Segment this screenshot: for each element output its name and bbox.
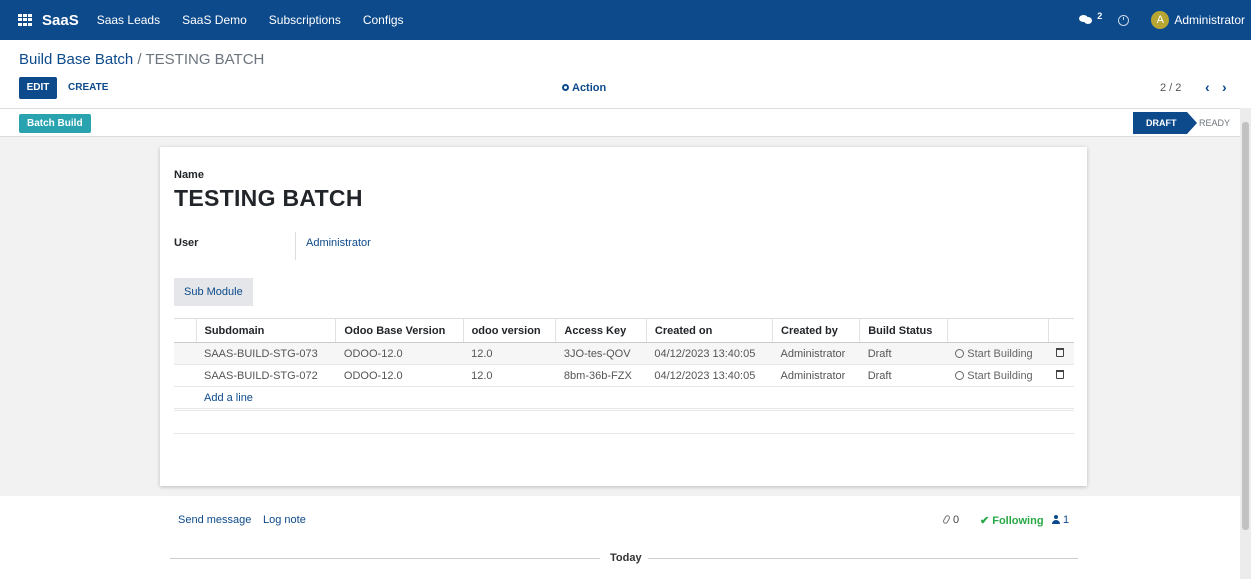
field-divider (295, 232, 296, 260)
menu-configs[interactable]: Configs (363, 13, 404, 27)
batch-build-button[interactable]: Batch Build (19, 114, 91, 133)
clock-icon (955, 348, 965, 358)
divider (170, 558, 600, 559)
delete-row-cell[interactable] (1048, 364, 1074, 387)
clock-icon (955, 370, 965, 380)
header-created-on[interactable]: Created on (646, 318, 774, 343)
apps-menu-icon[interactable] (18, 14, 32, 26)
add-line-row: Add a line (174, 386, 1074, 409)
pager-value[interactable]: 2 / 2 (1160, 82, 1181, 94)
date-separator: Today (610, 552, 642, 564)
messages-count-badge: 2 (1097, 11, 1103, 21)
cell-created-by[interactable]: Administrator (772, 342, 860, 365)
user-icon (1052, 515, 1060, 524)
check-icon: ✔ (980, 515, 990, 527)
menu-saas-leads[interactable]: Saas Leads (97, 13, 160, 27)
action-label: Action (572, 82, 607, 94)
header-build-status[interactable]: Build Status (859, 318, 948, 343)
action-menu-button[interactable]: Action (562, 82, 606, 94)
edit-button[interactable]: EDIT (19, 77, 57, 99)
cell-created-by[interactable]: Administrator (772, 364, 860, 387)
user-field-link[interactable]: Administrator (306, 237, 371, 249)
followers-button[interactable]: 1 (1052, 514, 1069, 526)
attachments-count: 0 (953, 514, 960, 526)
trash-icon[interactable] (1056, 369, 1065, 379)
table-empty-row-divider (174, 410, 1074, 411)
cell-odoo-base-version[interactable]: ODOO-12.0 (335, 342, 464, 365)
header-delete (1048, 318, 1074, 343)
header-odoo-version[interactable]: odoo version (463, 318, 557, 343)
menu-saas-demo[interactable]: SaaS Demo (182, 13, 247, 27)
header-odoo-base-version[interactable]: Odoo Base Version (335, 318, 464, 343)
cell-build-status[interactable]: Draft (859, 342, 948, 365)
table-row[interactable]: SAAS-BUILD-STG-073 ODOO-12.0 12.0 3JO-te… (174, 342, 1074, 365)
breadcrumb: Build Base Batch / TESTING BATCH (19, 51, 264, 68)
pager-previous-icon[interactable]: ‹ (1205, 80, 1210, 94)
header-created-by[interactable]: Created by (772, 318, 861, 343)
stage-ready[interactable]: READY (1199, 112, 1230, 134)
header-handle (174, 318, 197, 343)
start-building-button[interactable]: Start Building (947, 364, 1049, 387)
breadcrumb-parent-link[interactable]: Build Base Batch (19, 51, 133, 68)
header-actions (947, 318, 1049, 343)
following-button[interactable]: ✔ Following (980, 514, 1044, 527)
following-label: Following (992, 515, 1044, 527)
cell-access-key[interactable]: 8bm-36b-FZX (555, 364, 647, 387)
breadcrumb-current: TESTING BATCH (145, 51, 265, 68)
cell-created-on[interactable]: 04/12/2023 13:40:05 (646, 364, 773, 387)
paperclip-icon (942, 514, 951, 525)
cell-subdomain[interactable]: SAAS-BUILD-STG-073 (196, 342, 336, 365)
log-note-button[interactable]: Log note (263, 514, 306, 526)
pager-next-icon[interactable]: › (1222, 80, 1227, 94)
control-panel: Build Base Batch / TESTING BATCH EDIT CR… (0, 40, 1251, 108)
messages-icon[interactable] (1079, 15, 1093, 25)
delete-row-cell[interactable] (1048, 342, 1074, 365)
app-brand[interactable]: SaaS (42, 12, 79, 29)
activity-clock-icon[interactable] (1118, 14, 1130, 26)
user-menu[interactable]: Administrator (1174, 13, 1245, 27)
status-bar: Batch Build DRAFT READY (0, 108, 1251, 137)
create-button[interactable]: CREATE (68, 82, 108, 93)
user-label: User (174, 237, 199, 249)
chatter: Send message Log note 0 ✔ Following 1 Tod… (0, 496, 1240, 579)
scrollbar-thumb[interactable] (1242, 122, 1249, 530)
cell-odoo-version[interactable]: 12.0 (463, 364, 556, 387)
add-a-line-link[interactable]: Add a line (196, 386, 1074, 409)
stage-draft[interactable]: DRAFT (1133, 112, 1197, 134)
avatar[interactable]: A (1151, 11, 1170, 29)
header-access-key[interactable]: Access Key (555, 318, 647, 343)
top-navbar: SaaS Saas Leads SaaS Demo Subscriptions … (0, 0, 1251, 40)
cell-build-status[interactable]: Draft (859, 364, 948, 387)
tab-sub-module[interactable]: Sub Module (174, 278, 253, 306)
sub-module-table: Subdomain Odoo Base Version odoo version… (174, 318, 1074, 409)
menu-subscriptions[interactable]: Subscriptions (269, 13, 341, 27)
send-message-button[interactable]: Send message (178, 514, 251, 526)
followers-count: 1 (1063, 514, 1070, 526)
cell-access-key[interactable]: 3JO-tes-QOV (555, 342, 647, 365)
cell-subdomain[interactable]: SAAS-BUILD-STG-072 (196, 364, 336, 387)
start-building-label: Start Building (967, 369, 1033, 382)
name-label: Name (174, 169, 204, 181)
record-name: TESTING BATCH (174, 185, 363, 211)
header-subdomain[interactable]: Subdomain (196, 318, 337, 343)
breadcrumb-separator: / (133, 51, 146, 68)
table-row[interactable]: SAAS-BUILD-STG-072 ODOO-12.0 12.0 8bm-36… (174, 364, 1074, 387)
cell-odoo-base-version[interactable]: ODOO-12.0 (335, 364, 464, 387)
gear-icon (562, 84, 569, 91)
divider (648, 558, 1078, 559)
cell-created-on[interactable]: 04/12/2023 13:40:05 (646, 342, 773, 365)
start-building-label: Start Building (967, 347, 1033, 360)
form-sheet: Name TESTING BATCH User Administrator Su… (160, 147, 1087, 486)
cell-odoo-version[interactable]: 12.0 (463, 342, 556, 365)
attachments-button[interactable]: 0 (942, 514, 960, 526)
page-scrollbar[interactable] (1240, 108, 1251, 579)
trash-icon[interactable] (1056, 347, 1065, 357)
table-header-row: Subdomain Odoo Base Version odoo version… (174, 318, 1074, 343)
table-footer-divider (174, 433, 1074, 434)
start-building-button[interactable]: Start Building (947, 342, 1049, 365)
